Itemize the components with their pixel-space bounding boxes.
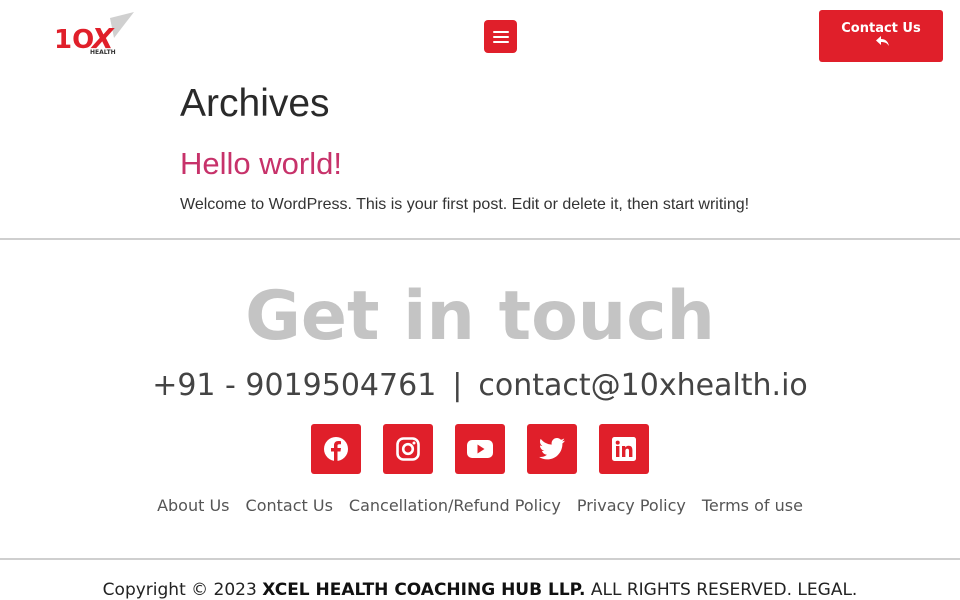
linkedin-button[interactable] <box>599 424 649 474</box>
footer-divider <box>0 558 960 560</box>
footer-heading: Get in touch <box>245 277 715 356</box>
footer-links: About Us Contact Us Cancellation/Refund … <box>0 494 960 518</box>
social-links <box>311 424 651 474</box>
site-footer: Get in touch +91 - 9019504761 | contact@10… <box>0 240 960 560</box>
facebook-icon <box>324 437 348 461</box>
footer-link-privacy-policy[interactable]: Privacy Policy <box>577 494 686 518</box>
footer-link-terms-of-use[interactable]: Terms of use <box>702 494 803 518</box>
footer-link-about-us[interactable]: About Us <box>157 494 229 518</box>
archive-content: Archives Hello world! Welcome to WordPre… <box>180 80 800 216</box>
youtube-icon <box>467 440 493 458</box>
instagram-icon <box>396 437 420 461</box>
hamburger-menu-icon <box>492 30 509 43</box>
linkedin-icon <box>612 437 636 461</box>
copyright-suffix: ALL RIGHTS RESERVED. LEGAL. <box>590 580 858 600</box>
contact-us-label: Contact Us <box>841 21 921 36</box>
contact-separator: | <box>452 368 463 403</box>
company-name: XCEL HEALTH COACHING HUB LLP. <box>262 580 586 600</box>
brand-logo[interactable]: 1O X HEALTH <box>52 10 138 62</box>
page-title: Archives <box>180 82 330 125</box>
contact-info: +91 - 9019504761 | contact@10xhealth.io <box>0 366 960 406</box>
svg-text:HEALTH: HEALTH <box>90 49 116 56</box>
copyright-notice: Copyright © 2023 XCEL HEALTH COACHING HU… <box>0 578 960 600</box>
copyright-prefix: Copyright © 2023 <box>102 580 257 600</box>
facebook-button[interactable] <box>311 424 361 474</box>
email-link[interactable]: contact@10xhealth.io <box>478 368 807 403</box>
post-title-link[interactable]: Hello world! <box>180 146 342 182</box>
site-header: 1O X HEALTH Contact Us <box>0 0 960 72</box>
twitter-button[interactable] <box>527 424 577 474</box>
instagram-button[interactable] <box>383 424 433 474</box>
footer-link-contact-us[interactable]: Contact Us <box>246 494 333 518</box>
twitter-icon <box>539 438 565 460</box>
reply-arrow-icon <box>876 36 889 46</box>
menu-toggle-button[interactable] <box>484 20 517 53</box>
youtube-button[interactable] <box>455 424 505 474</box>
svg-text:1O: 1O <box>54 25 94 55</box>
contact-us-button[interactable]: Contact Us <box>819 10 943 62</box>
post-excerpt: Welcome to WordPress. This is your first… <box>180 196 750 213</box>
footer-link-cancellation-refund-policy[interactable]: Cancellation/Refund Policy <box>349 494 561 518</box>
phone-number[interactable]: +91 - 9019504761 <box>152 368 436 403</box>
